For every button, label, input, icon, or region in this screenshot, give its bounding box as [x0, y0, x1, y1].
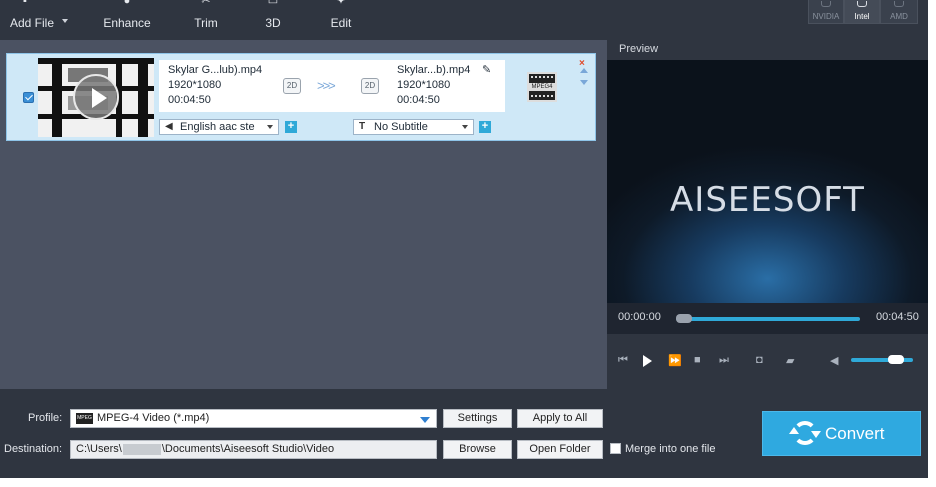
pencil-icon[interactable]: ✎	[482, 63, 491, 76]
profile-dropdown[interactable]: MPEG MPEG-4 Video (*.mp4)	[70, 409, 437, 428]
add-file-icon: ▪	[23, 0, 27, 7]
refresh-icon	[789, 421, 821, 445]
toolbar: ▪ Add File ● Enhance ✂ Trim ▭ 3D ✦ Edit …	[0, 0, 936, 40]
subtitle-dropdown[interactable]: T No Subtitle	[353, 119, 474, 135]
video-thumbnail[interactable]	[38, 58, 154, 137]
source-file-name: Skylar G...lub).mp4	[168, 64, 263, 76]
merge-checkbox[interactable]	[610, 443, 621, 454]
audio-track-dropdown[interactable]: ◀ English aac ste	[159, 119, 279, 135]
brand-logo-text: AISEESOFT	[670, 180, 865, 220]
redacted-username	[122, 443, 161, 455]
preview-label: Preview	[619, 43, 659, 55]
gpu-icon	[821, 1, 831, 7]
profile-label: Profile:	[28, 412, 63, 424]
intel-accel-button[interactable]: Intel	[844, 0, 880, 24]
open-folder-button[interactable]: Open Folder	[517, 440, 603, 459]
app-window: ▪ Add File ● Enhance ✂ Trim ▭ 3D ✦ Edit …	[0, 0, 936, 487]
output-format-icon[interactable]: MPEG4	[527, 72, 557, 102]
edit-button[interactable]: ✦ Edit	[326, 0, 356, 40]
current-time: 00:00:00	[618, 311, 661, 323]
output-file-name: Skylar...b).mp4	[397, 64, 471, 76]
speaker-icon: ◀	[165, 121, 173, 132]
chevron-down-icon[interactable]	[62, 19, 68, 23]
move-up-icon[interactable]	[580, 68, 588, 73]
3d-icon: ▭	[267, 0, 279, 7]
gpu-icon	[894, 1, 904, 7]
3d-button[interactable]: ▭ 3D	[258, 0, 288, 40]
seek-bar[interactable]	[676, 317, 860, 321]
add-audio-button[interactable]: +	[285, 121, 297, 133]
destination-label: Destination:	[4, 443, 63, 455]
output-2d-badge: 2D	[361, 78, 379, 94]
profile-value: MPEG-4 Video (*.mp4)	[97, 412, 210, 424]
camera-icon[interactable]: ◘	[756, 354, 763, 366]
window-edge	[928, 0, 936, 487]
mpeg-format-icon: MPEG	[76, 412, 93, 424]
merge-label: Merge into one file	[625, 443, 716, 455]
chevron-down-icon	[267, 125, 273, 129]
chevron-down-icon	[420, 417, 430, 423]
file-checkbox[interactable]	[23, 92, 34, 103]
move-down-icon[interactable]	[580, 80, 588, 85]
play-icon[interactable]	[73, 74, 119, 120]
next-icon[interactable]: ⏭	[719, 354, 729, 367]
trim-label: Trim	[194, 16, 218, 30]
convert-arrows: >>>	[317, 78, 336, 93]
amd-label: AMD	[890, 12, 908, 21]
convert-label: Convert	[825, 424, 885, 443]
apply-to-all-button[interactable]: Apply to All	[517, 409, 603, 428]
film-perforation	[531, 76, 553, 79]
folder-icon[interactable]: ▰	[786, 354, 794, 367]
file-info-box: Skylar G...lub).mp4 1920*1080 00:04:50 2…	[159, 60, 505, 112]
enhance-button[interactable]: ● Enhance	[100, 0, 154, 40]
3d-label: 3D	[265, 16, 281, 30]
add-file-button[interactable]: ▪ Add File	[4, 0, 72, 40]
text-icon: T	[359, 121, 366, 132]
total-time: 00:04:50	[876, 311, 919, 323]
play-icon[interactable]	[643, 355, 652, 367]
trim-button[interactable]: ✂ Trim	[188, 0, 224, 40]
gpu-icon	[857, 1, 867, 7]
add-subtitle-button[interactable]: +	[479, 121, 491, 133]
edit-label: Edit	[330, 16, 352, 30]
destination-field[interactable]: C:\Users\ \Documents\Aiseesoft Studio\Vid…	[70, 440, 437, 459]
settings-button[interactable]: Settings	[443, 409, 512, 428]
seek-handle[interactable]	[676, 314, 692, 323]
edit-icon: ✦	[336, 0, 346, 7]
previous-icon[interactable]: ⏮	[618, 354, 628, 367]
chevron-down-icon	[462, 125, 468, 129]
source-resolution: 1920*1080	[168, 79, 222, 91]
enhance-icon: ●	[123, 0, 131, 7]
convert-button[interactable]: Convert	[762, 411, 921, 456]
subtitle-value: No Subtitle	[374, 121, 428, 133]
window-edge	[0, 478, 936, 487]
output-resolution: 1920*1080	[397, 79, 451, 91]
preview-screen: AISEESOFT	[607, 60, 928, 303]
nvidia-label: NVIDIA	[812, 12, 840, 21]
volume-handle[interactable]	[887, 355, 904, 364]
audio-track-value: English aac ste	[180, 121, 255, 133]
format-badge: MPEG4	[529, 83, 555, 91]
file-row[interactable]: Skylar G...lub).mp4 1920*1080 00:04:50 2…	[6, 53, 596, 141]
scissors-icon: ✂	[201, 0, 211, 7]
source-duration: 00:04:50	[168, 94, 211, 106]
enhance-label: Enhance	[103, 16, 151, 30]
thumbnail-frame	[52, 58, 62, 137]
destination-prefix: C:\Users\	[76, 443, 122, 455]
amd-accel-button[interactable]: AMD	[880, 0, 918, 24]
output-duration: 00:04:50	[397, 94, 440, 106]
fast-forward-icon[interactable]: ⏩	[668, 354, 682, 367]
source-2d-badge: 2D	[283, 78, 301, 94]
volume-icon[interactable]: ◀	[830, 354, 838, 367]
film-perforation	[531, 95, 553, 98]
thumbnail-frame	[138, 58, 148, 137]
intel-label: Intel	[854, 12, 870, 21]
destination-suffix: \Documents\Aiseesoft Studio\Video	[161, 443, 335, 455]
nvidia-accel-button[interactable]: NVIDIA	[808, 0, 844, 24]
browse-button[interactable]: Browse	[443, 440, 512, 459]
stop-icon[interactable]: ■	[694, 354, 701, 366]
